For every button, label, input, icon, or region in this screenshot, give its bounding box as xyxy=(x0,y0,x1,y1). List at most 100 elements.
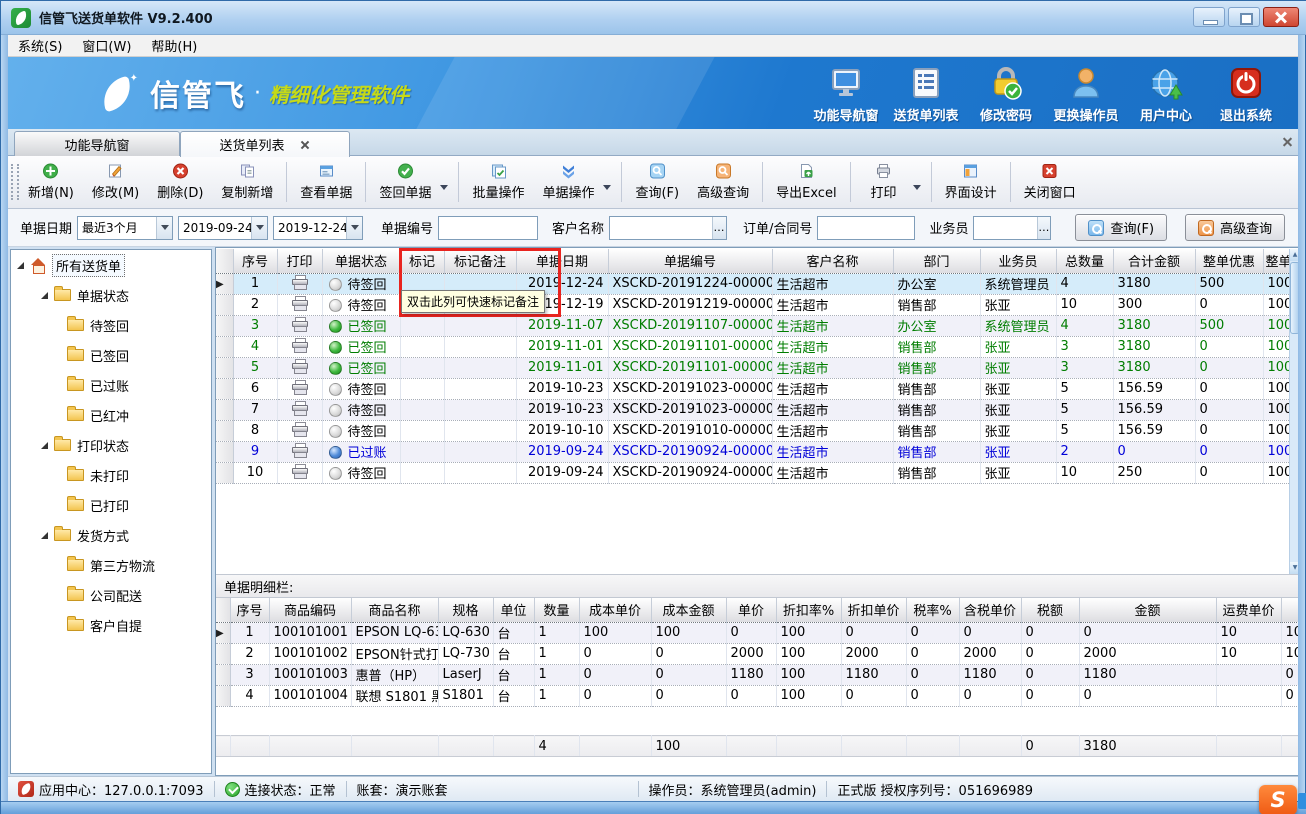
order-row[interactable]: 3已签回2019-11-07XSCKD-20191107-000003生活超市办… xyxy=(216,315,1289,336)
tree-item-third-party-logistics[interactable]: 第三方物流 xyxy=(11,550,211,580)
cell-marknote[interactable] xyxy=(444,378,516,399)
cell-salesman[interactable]: 系统管理员 xyxy=(980,273,1056,294)
cell-mark[interactable] xyxy=(400,420,444,441)
order-row[interactable]: 5已签回2019-11-01XSCKD-20191101-000001生活超市销… xyxy=(216,357,1289,378)
cell-discount[interactable]: 0 xyxy=(1195,378,1263,399)
detail-cell[interactable]: 0 xyxy=(1021,664,1079,685)
cell-last[interactable]: 100 xyxy=(1263,462,1289,483)
cell-salesman[interactable]: 张亚 xyxy=(980,441,1056,462)
order-row[interactable]: ▶1待签回2019-12-24XSCKD-20191224-000002生活超市… xyxy=(216,273,1289,294)
salesman-picker-icon[interactable]: … xyxy=(1037,217,1050,239)
orders-column-header[interactable]: 整单 xyxy=(1263,249,1289,273)
detail-column-header[interactable]: 运费单价 xyxy=(1216,598,1281,622)
detail-cell[interactable]: EPSON LQ-630K xyxy=(351,622,438,643)
order-row[interactable]: 8待签回2019-10-10XSCKD-20191010-000001生活超市销… xyxy=(216,420,1289,441)
banner-action-switch-operator[interactable]: 更换操作员 xyxy=(1046,65,1126,124)
detail-cell[interactable]: EPSON针式打印 xyxy=(351,643,438,664)
cell-print[interactable] xyxy=(277,378,322,399)
detail-cell[interactable]: 100101004 xyxy=(269,685,351,706)
print-dropdown-icon[interactable] xyxy=(913,185,921,194)
detail-cell[interactable]: 0 xyxy=(579,643,651,664)
cell-customer[interactable]: 生活超市 xyxy=(772,378,893,399)
detail-cell[interactable]: 0 xyxy=(651,685,726,706)
detail-cell[interactable]: 0 xyxy=(959,622,1021,643)
cell-amount[interactable]: 3180 xyxy=(1113,336,1195,357)
cell-dept[interactable]: 销售部 xyxy=(893,462,980,483)
cell-amount[interactable]: 300 xyxy=(1113,294,1195,315)
toolbar-button-sign-back[interactable]: 签回单据 xyxy=(370,159,440,205)
detail-cell[interactable]: 1180 xyxy=(959,664,1021,685)
detail-cell[interactable]: 0 xyxy=(906,622,959,643)
order-no-input[interactable] xyxy=(818,217,914,239)
order-row[interactable]: 9已过账2019-09-24XSCKD-20190924-000002生活超市销… xyxy=(216,441,1289,462)
cell-last[interactable]: 100 xyxy=(1263,294,1289,315)
banner-action-exit[interactable]: 退出系统 xyxy=(1206,65,1286,124)
detail-cell[interactable] xyxy=(1216,664,1281,685)
detail-cell[interactable]: LQ-630 xyxy=(438,622,493,643)
detail-cell[interactable]: 0 xyxy=(651,643,726,664)
toolbar-button-add[interactable]: 新增(N) xyxy=(19,159,83,205)
tree-item-customer-pickup[interactable]: 客户自提 xyxy=(11,610,211,640)
combo-arrow-icon[interactable] xyxy=(156,217,172,239)
detail-cell[interactable]: LQ-730 xyxy=(438,643,493,664)
cell-customer[interactable]: 生活超市 xyxy=(772,315,893,336)
tree-item-pending-sign[interactable]: 待签回 xyxy=(11,310,211,340)
detail-cell[interactable]: 10 xyxy=(1281,622,1299,643)
tab-close-icon[interactable] xyxy=(299,139,311,151)
cell-amount[interactable]: 156.59 xyxy=(1113,399,1195,420)
cell-date[interactable]: 2019-09-24 xyxy=(516,462,608,483)
cell-no[interactable]: XSCKD-20190924-000002 xyxy=(608,441,772,462)
detail-column-header[interactable]: 单位 xyxy=(493,598,534,622)
detail-column-header[interactable]: 含税单价 xyxy=(959,598,1021,622)
detail-column-header[interactable]: 规格 xyxy=(438,598,493,622)
expander-icon[interactable] xyxy=(41,532,48,539)
cell-marknote[interactable] xyxy=(444,399,516,420)
cell-marknote[interactable] xyxy=(444,420,516,441)
detail-cell[interactable]: 2000 xyxy=(1079,643,1216,664)
tree-root-all-orders[interactable]: 所有送货单 xyxy=(11,250,211,280)
detail-cell[interactable]: 0 xyxy=(726,622,776,643)
cell-discount[interactable]: 500 xyxy=(1195,315,1263,336)
detail-cell[interactable]: 1180 xyxy=(841,664,906,685)
bill-no-input[interactable] xyxy=(439,217,537,239)
cell-seq[interactable]: 1 xyxy=(233,273,277,294)
order-row[interactable]: 6待签回2019-10-23XSCKD-20191023-000003生活超市销… xyxy=(216,378,1289,399)
cell-mark[interactable] xyxy=(400,357,444,378)
cell-discount[interactable]: 0 xyxy=(1195,357,1263,378)
cell-qty[interactable]: 10 xyxy=(1056,294,1113,315)
cell-mark[interactable] xyxy=(400,399,444,420)
cell-date[interactable]: 2019-10-23 xyxy=(516,399,608,420)
detail-cell[interactable]: 0 xyxy=(841,622,906,643)
cell-discount[interactable]: 500 xyxy=(1195,273,1263,294)
cell-last[interactable]: 100 xyxy=(1263,357,1289,378)
detail-column-header[interactable]: 折扣单价 xyxy=(841,598,906,622)
cell-print[interactable] xyxy=(277,336,322,357)
detail-cell[interactable]: 惠普（HP） xyxy=(351,664,438,685)
row-indicator[interactable] xyxy=(216,462,233,483)
cell-date[interactable]: 2019-10-23 xyxy=(516,378,608,399)
detail-cell[interactable]: 2000 xyxy=(959,643,1021,664)
orders-column-header[interactable]: 客户名称 xyxy=(772,249,893,273)
cell-dept[interactable]: 销售部 xyxy=(893,441,980,462)
detail-cell[interactable]: 100 xyxy=(651,622,726,643)
tree-item-posted[interactable]: 已过账 xyxy=(11,370,211,400)
orders-column-header[interactable]: 单据编号 xyxy=(608,249,772,273)
menu-help[interactable]: 帮助(H) xyxy=(141,35,207,56)
detail-cell[interactable]: 1 xyxy=(534,685,579,706)
cell-last[interactable]: 100 xyxy=(1263,420,1289,441)
cell-salesman[interactable]: 张亚 xyxy=(980,378,1056,399)
cell-amount[interactable]: 3180 xyxy=(1113,357,1195,378)
cell-dept[interactable]: 销售部 xyxy=(893,378,980,399)
toolbar-button-query[interactable]: 查询(F) xyxy=(626,159,688,205)
cell-seq[interactable]: 4 xyxy=(233,336,277,357)
detail-cell[interactable]: 10 xyxy=(1216,622,1281,643)
cell-print[interactable] xyxy=(277,294,322,315)
detail-cell[interactable]: 台 xyxy=(493,643,534,664)
row-indicator[interactable] xyxy=(216,685,230,706)
cell-seq[interactable]: 9 xyxy=(233,441,277,462)
cell-print[interactable] xyxy=(277,399,322,420)
detail-cell[interactable]: 1 xyxy=(534,643,579,664)
detail-column-header[interactable]: 金额 xyxy=(1079,598,1216,622)
order-row[interactable]: 2待签回2019-12-19XSCKD-20191219-000001生活超市销… xyxy=(216,294,1289,315)
cell-dept[interactable]: 销售部 xyxy=(893,336,980,357)
